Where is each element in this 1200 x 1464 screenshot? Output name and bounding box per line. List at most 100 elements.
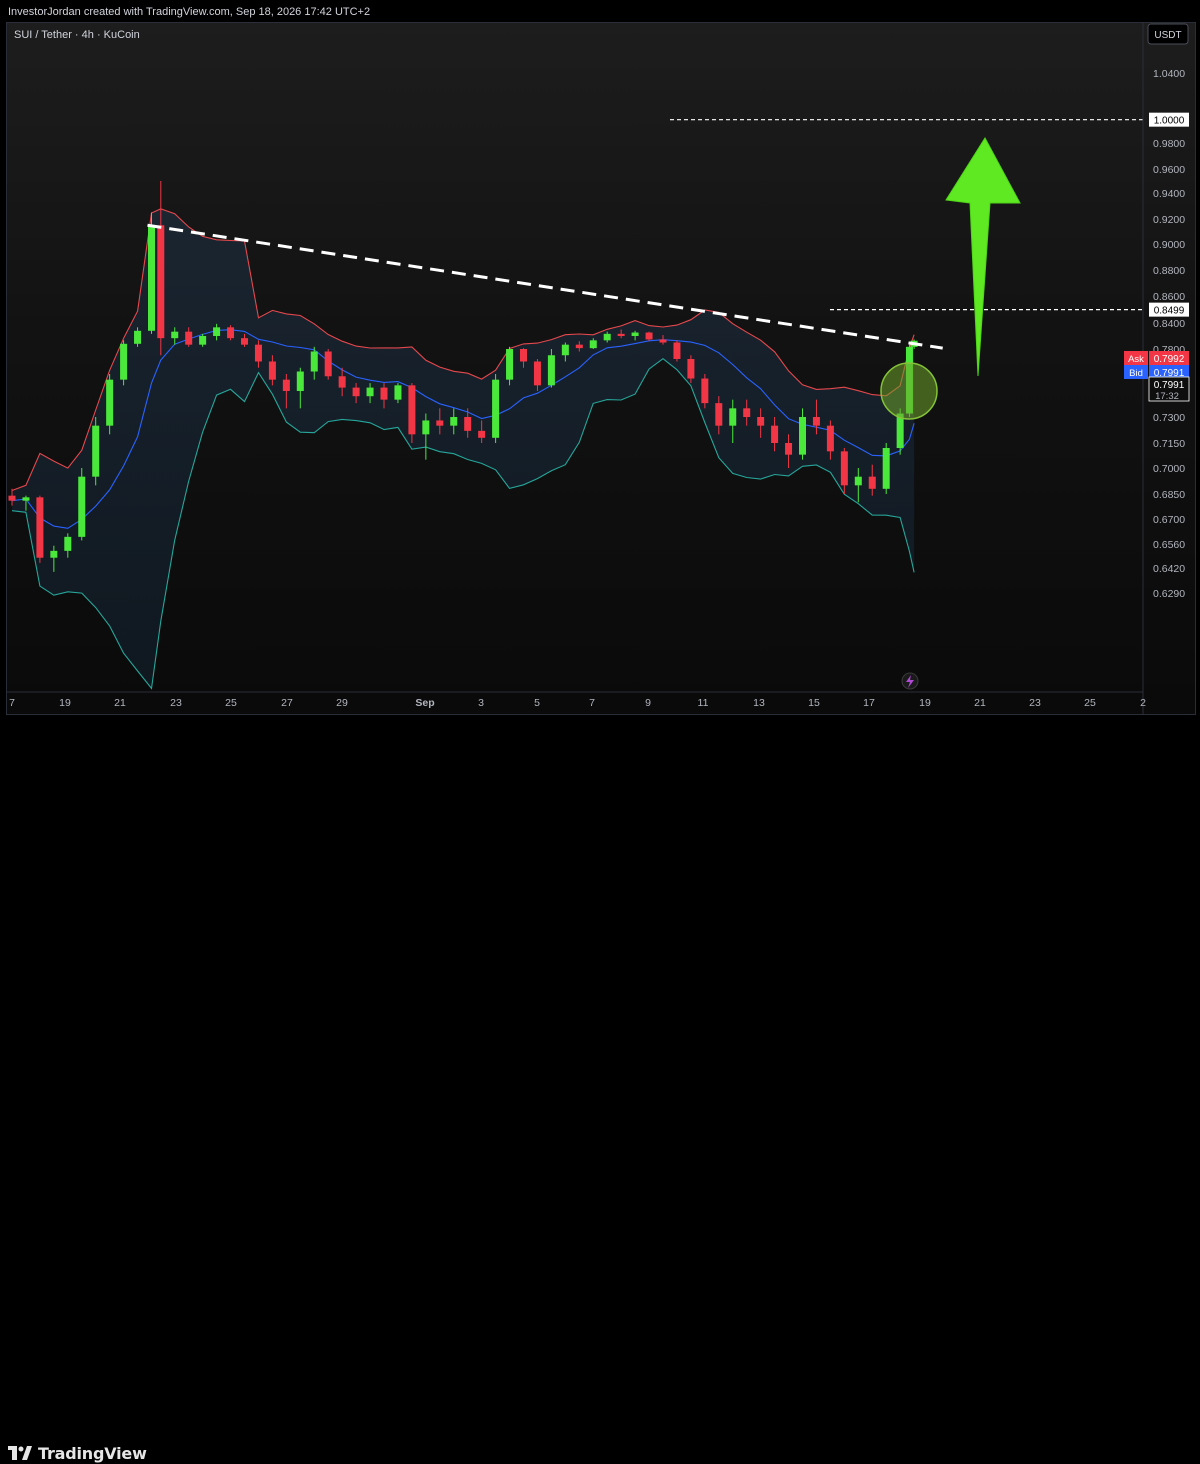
x-tick-label: 23	[1029, 697, 1041, 709]
candle-body	[826, 425, 834, 452]
candle-body	[743, 408, 751, 417]
bollinger-bands	[11, 208, 915, 690]
x-tick-label: 23	[170, 697, 182, 709]
candle-body	[659, 339, 667, 343]
candle-body	[296, 371, 304, 391]
candle-body	[506, 349, 514, 380]
x-tick-label: 17	[863, 697, 875, 709]
x-tick-label: 21	[114, 697, 126, 709]
ask-tag-value: 0.7992	[1154, 354, 1185, 365]
candle-body	[8, 495, 16, 501]
candle-body	[840, 451, 848, 486]
candle-body	[771, 425, 779, 443]
y-tick-label: 0.7150	[1153, 438, 1185, 450]
x-tick-label: 27	[281, 697, 293, 709]
candle-body	[310, 351, 318, 372]
bid-tag-label: Bid	[1129, 368, 1143, 379]
footer-bar: TradingView	[0, 716, 1200, 1463]
last-price-value: 0.7991	[1154, 380, 1185, 391]
candle-body	[64, 536, 72, 551]
candle-body	[422, 420, 430, 435]
candle-body	[464, 417, 472, 431]
candle-body	[561, 344, 569, 356]
price-chart[interactable]: USDT 1.0400 0.9800 0.9600 0.9400 0.9200 0.9000…	[0, 0, 1200, 716]
y-tick-label: 0.6560	[1153, 539, 1185, 551]
candle-body	[338, 376, 346, 388]
bar-countdown: 17:32	[1155, 391, 1179, 402]
candle-body	[854, 476, 862, 486]
x-tick-label: 21	[974, 697, 986, 709]
candle-body	[533, 361, 541, 386]
candle-body	[92, 425, 100, 477]
x-tick-label: 13	[753, 697, 765, 709]
symbol-info: SUI / Tether · 4h · KuCoin	[14, 29, 140, 41]
y-tick-label: 0.6700	[1153, 514, 1185, 526]
up-arrow-icon	[945, 137, 1021, 377]
level-mid-tag-value: 0.8499	[1154, 306, 1185, 317]
candle-body	[645, 332, 653, 340]
candle-body	[450, 417, 458, 426]
candle-body	[324, 351, 332, 377]
y-tick-label: 0.8800	[1153, 265, 1185, 277]
candle-body	[241, 338, 248, 345]
candle-body	[185, 331, 193, 345]
bollinger-band-fill	[12, 208, 915, 689]
candle-body	[701, 378, 709, 404]
candle-body	[631, 332, 639, 336]
candle-body	[50, 550, 58, 558]
x-tick-label: 15	[808, 697, 820, 709]
candle-body	[380, 387, 388, 400]
x-tick-label: 5	[534, 697, 540, 709]
currency-label: USDT	[1154, 30, 1181, 41]
x-tick-label: 7	[589, 697, 595, 709]
candle-body	[171, 331, 179, 339]
candle-body	[157, 225, 165, 339]
tradingview-logo-text: TradingView	[38, 1443, 147, 1463]
y-tick-label: 0.9400	[1153, 188, 1185, 200]
y-tick-label: 0.7000	[1153, 463, 1185, 475]
y-tick-label: 0.7300	[1153, 412, 1185, 424]
candle-body	[589, 340, 597, 349]
x-tick-label: 2	[1140, 697, 1146, 709]
candle-body	[22, 497, 30, 501]
candle-body	[575, 344, 583, 349]
y-tick-label: 1.0400	[1153, 68, 1185, 80]
currency-button[interactable]: USDT	[1147, 23, 1189, 45]
candle-body	[687, 359, 695, 379]
x-tick-label: 9	[645, 697, 651, 709]
candle-body	[148, 225, 155, 331]
candle-body	[36, 497, 44, 558]
level-high-tag-value: 1.0000	[1154, 116, 1185, 127]
y-tick-label: 0.6290	[1153, 588, 1185, 600]
candle-body	[492, 379, 500, 438]
candle-body	[436, 420, 444, 426]
y-tick-label: 0.9600	[1153, 164, 1185, 176]
candle-body	[673, 342, 681, 359]
y-tick-label: 0.9800	[1153, 138, 1185, 150]
candle-body	[603, 333, 611, 341]
candle-body	[812, 417, 820, 426]
event-marker[interactable]	[901, 672, 919, 690]
x-tick-label: 25	[225, 697, 237, 709]
candle-body	[268, 361, 276, 380]
x-tick-label: 19	[59, 697, 71, 709]
candle-body	[366, 387, 374, 397]
candle-body	[199, 336, 207, 345]
x-tick-label: 11	[698, 697, 709, 709]
y-tick-label: 0.9000	[1153, 239, 1185, 251]
candle-body	[78, 476, 86, 537]
candle-body	[394, 385, 402, 400]
x-tick-label: 29	[336, 697, 348, 709]
x-tick-label: 19	[919, 697, 931, 709]
candle-body	[227, 327, 235, 339]
tradingview-logo[interactable]: TradingView	[8, 1442, 147, 1464]
candle-body	[617, 333, 625, 336]
candle-body	[547, 355, 555, 386]
y-tick-label: 0.6420	[1153, 563, 1185, 575]
candle-body	[729, 408, 737, 426]
y-tick-label: 0.6850	[1153, 489, 1185, 501]
candle-body	[715, 403, 723, 426]
x-tick-label: 7	[9, 697, 15, 709]
ask-tag-label: Ask	[1128, 354, 1144, 365]
candle-body	[120, 343, 128, 380]
